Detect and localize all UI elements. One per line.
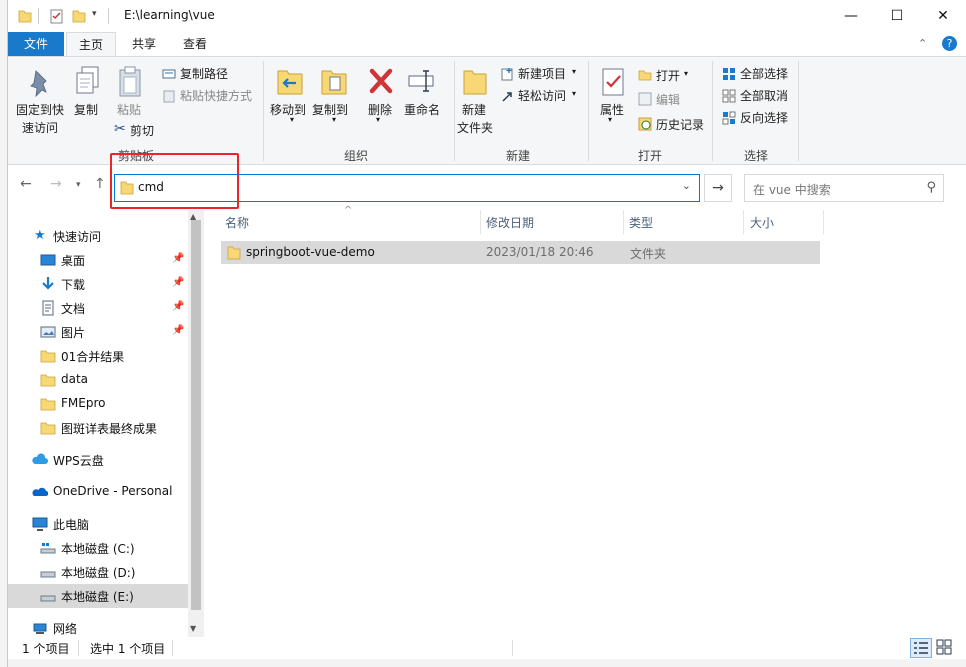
background-strip xyxy=(0,0,7,667)
window-border xyxy=(7,0,966,667)
